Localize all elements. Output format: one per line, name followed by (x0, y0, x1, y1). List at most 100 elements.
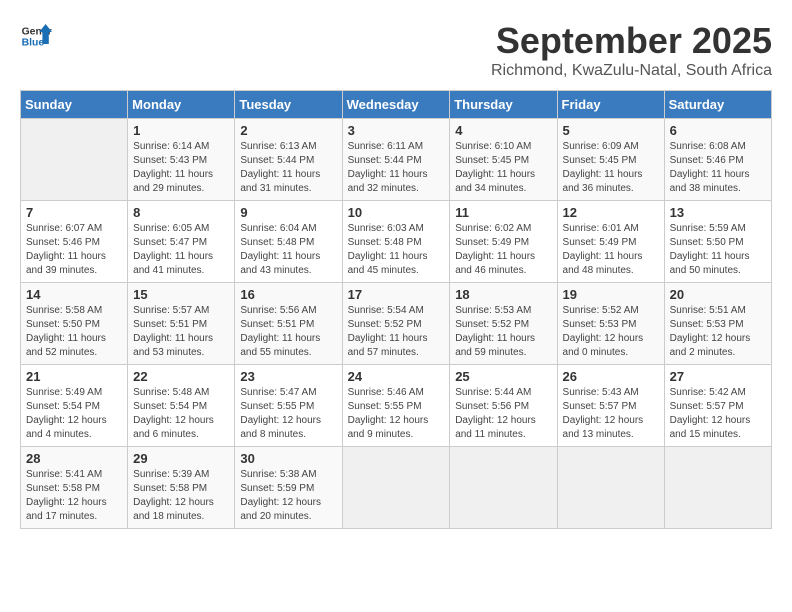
calendar-cell: 1 Sunrise: 6:14 AM Sunset: 5:43 PM Dayli… (128, 119, 235, 201)
daylight-label: Daylight: 12 hours and 11 minutes. (455, 415, 536, 440)
day-info: Sunrise: 6:07 AM Sunset: 5:46 PM Dayligh… (26, 222, 122, 278)
sunrise-label: Sunrise: 5:47 AM (240, 387, 316, 398)
calendar-cell: 16 Sunrise: 5:56 AM Sunset: 5:51 PM Dayl… (235, 283, 342, 365)
sunrise-label: Sunrise: 5:59 AM (670, 223, 746, 234)
day-info: Sunrise: 5:43 AM Sunset: 5:57 PM Dayligh… (563, 386, 659, 442)
daylight-label: Daylight: 11 hours and 34 minutes. (455, 169, 535, 194)
calendar-cell: 18 Sunrise: 5:53 AM Sunset: 5:52 PM Dayl… (450, 283, 557, 365)
calendar-table: SundayMondayTuesdayWednesdayThursdayFrid… (20, 90, 772, 529)
day-info: Sunrise: 5:39 AM Sunset: 5:58 PM Dayligh… (133, 468, 229, 524)
sunset-label: Sunset: 5:54 PM (133, 401, 207, 412)
sunset-label: Sunset: 5:50 PM (26, 319, 100, 330)
day-number: 12 (563, 205, 659, 220)
calendar-cell (557, 447, 664, 529)
day-info: Sunrise: 6:13 AM Sunset: 5:44 PM Dayligh… (240, 140, 336, 196)
daylight-label: Daylight: 12 hours and 2 minutes. (670, 333, 751, 358)
sunset-label: Sunset: 5:49 PM (563, 237, 637, 248)
svg-text:Blue: Blue (22, 38, 45, 49)
calendar-cell: 25 Sunrise: 5:44 AM Sunset: 5:56 PM Dayl… (450, 365, 557, 447)
sunset-label: Sunset: 5:51 PM (240, 319, 314, 330)
day-info: Sunrise: 6:10 AM Sunset: 5:45 PM Dayligh… (455, 140, 551, 196)
sunrise-label: Sunrise: 5:51 AM (670, 305, 746, 316)
day-number: 22 (133, 369, 229, 384)
day-number: 30 (240, 451, 336, 466)
day-number: 3 (348, 123, 445, 138)
day-info: Sunrise: 5:44 AM Sunset: 5:56 PM Dayligh… (455, 386, 551, 442)
day-info: Sunrise: 6:03 AM Sunset: 5:48 PM Dayligh… (348, 222, 445, 278)
day-info: Sunrise: 5:56 AM Sunset: 5:51 PM Dayligh… (240, 304, 336, 360)
calendar-cell: 6 Sunrise: 6:08 AM Sunset: 5:46 PM Dayli… (664, 119, 771, 201)
calendar-cell (21, 119, 128, 201)
day-info: Sunrise: 5:47 AM Sunset: 5:55 PM Dayligh… (240, 386, 336, 442)
calendar-cell: 7 Sunrise: 6:07 AM Sunset: 5:46 PM Dayli… (21, 201, 128, 283)
column-header-sunday: Sunday (21, 91, 128, 119)
sunrise-label: Sunrise: 5:54 AM (348, 305, 424, 316)
daylight-label: Daylight: 11 hours and 36 minutes. (563, 169, 643, 194)
day-number: 10 (348, 205, 445, 220)
sunrise-label: Sunrise: 6:02 AM (455, 223, 531, 234)
calendar-cell: 17 Sunrise: 5:54 AM Sunset: 5:52 PM Dayl… (342, 283, 450, 365)
sunset-label: Sunset: 5:52 PM (348, 319, 422, 330)
sunrise-label: Sunrise: 5:48 AM (133, 387, 209, 398)
daylight-label: Daylight: 11 hours and 31 minutes. (240, 169, 320, 194)
day-info: Sunrise: 6:04 AM Sunset: 5:48 PM Dayligh… (240, 222, 336, 278)
daylight-label: Daylight: 12 hours and 17 minutes. (26, 497, 107, 522)
sunset-label: Sunset: 5:55 PM (240, 401, 314, 412)
day-number: 17 (348, 287, 445, 302)
calendar-week-3: 14 Sunrise: 5:58 AM Sunset: 5:50 PM Dayl… (21, 283, 772, 365)
calendar-cell: 14 Sunrise: 5:58 AM Sunset: 5:50 PM Dayl… (21, 283, 128, 365)
calendar-cell (450, 447, 557, 529)
daylight-label: Daylight: 11 hours and 52 minutes. (26, 333, 106, 358)
column-header-saturday: Saturday (664, 91, 771, 119)
day-number: 4 (455, 123, 551, 138)
month-title: September 2025 (491, 20, 772, 62)
day-info: Sunrise: 5:42 AM Sunset: 5:57 PM Dayligh… (670, 386, 766, 442)
calendar-cell: 5 Sunrise: 6:09 AM Sunset: 5:45 PM Dayli… (557, 119, 664, 201)
daylight-label: Daylight: 12 hours and 15 minutes. (670, 415, 751, 440)
sunset-label: Sunset: 5:44 PM (348, 155, 422, 166)
day-info: Sunrise: 5:51 AM Sunset: 5:53 PM Dayligh… (670, 304, 766, 360)
title-section: September 2025 Richmond, KwaZulu-Natal, … (491, 20, 772, 80)
day-number: 16 (240, 287, 336, 302)
sunset-label: Sunset: 5:44 PM (240, 155, 314, 166)
sunset-label: Sunset: 5:46 PM (670, 155, 744, 166)
sunrise-label: Sunrise: 5:52 AM (563, 305, 639, 316)
calendar-cell: 8 Sunrise: 6:05 AM Sunset: 5:47 PM Dayli… (128, 201, 235, 283)
header-row: SundayMondayTuesdayWednesdayThursdayFrid… (21, 91, 772, 119)
sunset-label: Sunset: 5:48 PM (348, 237, 422, 248)
daylight-label: Daylight: 12 hours and 18 minutes. (133, 497, 214, 522)
calendar-cell: 20 Sunrise: 5:51 AM Sunset: 5:53 PM Dayl… (664, 283, 771, 365)
column-header-wednesday: Wednesday (342, 91, 450, 119)
calendar-cell: 11 Sunrise: 6:02 AM Sunset: 5:49 PM Dayl… (450, 201, 557, 283)
sunrise-label: Sunrise: 6:09 AM (563, 141, 639, 152)
daylight-label: Daylight: 11 hours and 43 minutes. (240, 251, 320, 276)
day-number: 5 (563, 123, 659, 138)
sunrise-label: Sunrise: 6:08 AM (670, 141, 746, 152)
sunset-label: Sunset: 5:46 PM (26, 237, 100, 248)
sunrise-label: Sunrise: 6:13 AM (240, 141, 316, 152)
daylight-label: Daylight: 11 hours and 46 minutes. (455, 251, 535, 276)
logo-icon: General Blue (20, 20, 52, 52)
day-info: Sunrise: 5:57 AM Sunset: 5:51 PM Dayligh… (133, 304, 229, 360)
day-number: 28 (26, 451, 122, 466)
daylight-label: Daylight: 11 hours and 29 minutes. (133, 169, 213, 194)
daylight-label: Daylight: 11 hours and 55 minutes. (240, 333, 320, 358)
calendar-week-1: 1 Sunrise: 6:14 AM Sunset: 5:43 PM Dayli… (21, 119, 772, 201)
day-info: Sunrise: 6:14 AM Sunset: 5:43 PM Dayligh… (133, 140, 229, 196)
calendar-cell (342, 447, 450, 529)
day-info: Sunrise: 5:46 AM Sunset: 5:55 PM Dayligh… (348, 386, 445, 442)
sunset-label: Sunset: 5:57 PM (670, 401, 744, 412)
sunrise-label: Sunrise: 5:58 AM (26, 305, 102, 316)
calendar-cell: 30 Sunrise: 5:38 AM Sunset: 5:59 PM Dayl… (235, 447, 342, 529)
sunset-label: Sunset: 5:52 PM (455, 319, 529, 330)
day-number: 9 (240, 205, 336, 220)
day-number: 1 (133, 123, 229, 138)
day-info: Sunrise: 6:11 AM Sunset: 5:44 PM Dayligh… (348, 140, 445, 196)
sunset-label: Sunset: 5:47 PM (133, 237, 207, 248)
sunrise-label: Sunrise: 5:43 AM (563, 387, 639, 398)
day-number: 27 (670, 369, 766, 384)
daylight-label: Daylight: 12 hours and 9 minutes. (348, 415, 429, 440)
calendar-cell: 12 Sunrise: 6:01 AM Sunset: 5:49 PM Dayl… (557, 201, 664, 283)
calendar-cell: 24 Sunrise: 5:46 AM Sunset: 5:55 PM Dayl… (342, 365, 450, 447)
sunset-label: Sunset: 5:56 PM (455, 401, 529, 412)
